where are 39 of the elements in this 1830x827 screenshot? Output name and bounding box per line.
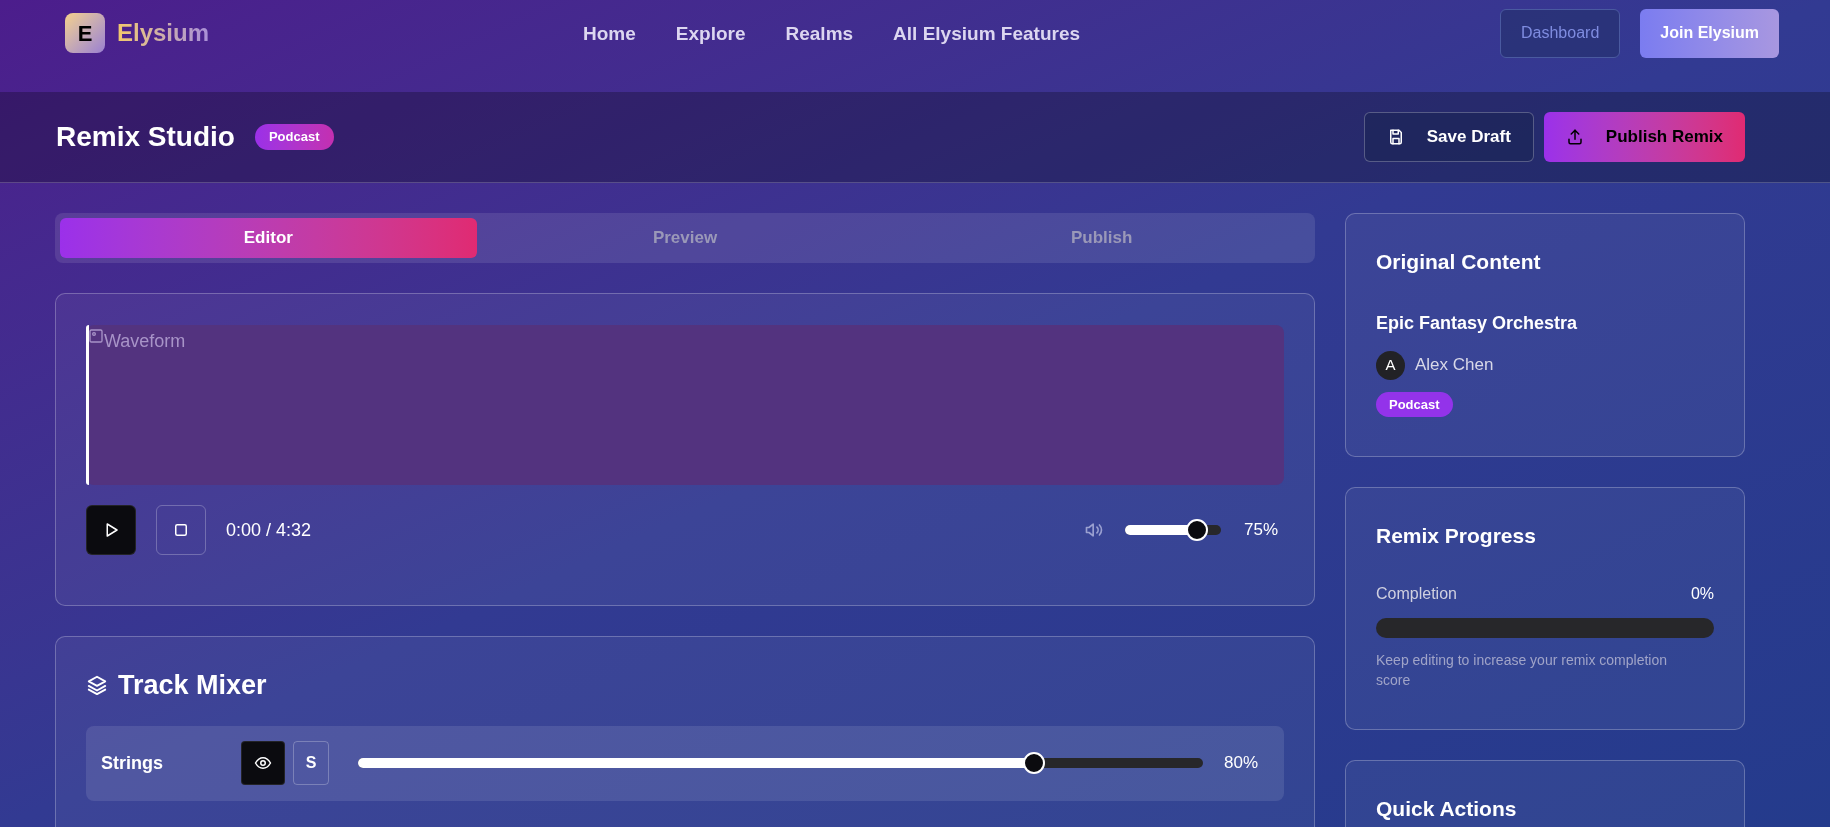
card-title: Quick Actions (1376, 796, 1518, 822)
nav-link[interactable]: Realms (785, 20, 854, 49)
progress-reading: 0% (1690, 583, 1714, 604)
nav-link[interactable]: All Elysium Features (893, 20, 1080, 49)
author-avatar: A (1376, 350, 1405, 380)
content-title: Epic Fantasy Orchestra (1376, 311, 1579, 335)
stop-icon (172, 521, 190, 539)
category-badge: Podcast (254, 124, 334, 150)
progress-label: Completion (1376, 583, 1457, 604)
speaker-icon (1084, 520, 1104, 540)
track-name: Strings (101, 751, 164, 775)
nav-link[interactable]: Explore (675, 20, 746, 49)
layers-icon (86, 674, 108, 697)
dashboard-button[interactable]: Dashboard (1500, 8, 1621, 58)
card-title: Remix Progress (1376, 523, 1537, 549)
broken-image-icon (88, 328, 104, 344)
category-tag: Podcast (1376, 391, 1453, 417)
playback-time: 0:00 / 4:32 (226, 518, 312, 542)
eye-icon (254, 754, 272, 772)
slider-thumb[interactable] (1023, 752, 1045, 774)
slider-thumb[interactable] (1186, 519, 1208, 541)
section-title: Track Mixer (118, 669, 267, 702)
nav-link[interactable]: Home (583, 20, 636, 49)
volume-reading: 75% (1244, 519, 1280, 542)
visibility-toggle[interactable] (241, 741, 285, 785)
upload-icon (1565, 128, 1584, 146)
stop-button[interactable] (156, 505, 206, 555)
page-title: Remix Studio (56, 120, 235, 154)
progress-hint: Keep editing to increase your remix completion score (1376, 650, 1669, 690)
card-title: Original Content (1376, 249, 1542, 275)
solo-button[interactable]: S (293, 741, 329, 785)
save-draft-button[interactable]: Save Draft (1363, 112, 1534, 162)
publish-button[interactable]: Publish Remix (1543, 112, 1745, 162)
track-volume-reading: 80% (1224, 752, 1260, 775)
image-alt-text: Waveform (104, 330, 186, 353)
tab[interactable]: Editor (60, 218, 477, 258)
logo-mark[interactable]: E (65, 13, 105, 53)
play-button[interactable] (86, 505, 136, 555)
author-name: Alex Chen (1415, 354, 1494, 377)
